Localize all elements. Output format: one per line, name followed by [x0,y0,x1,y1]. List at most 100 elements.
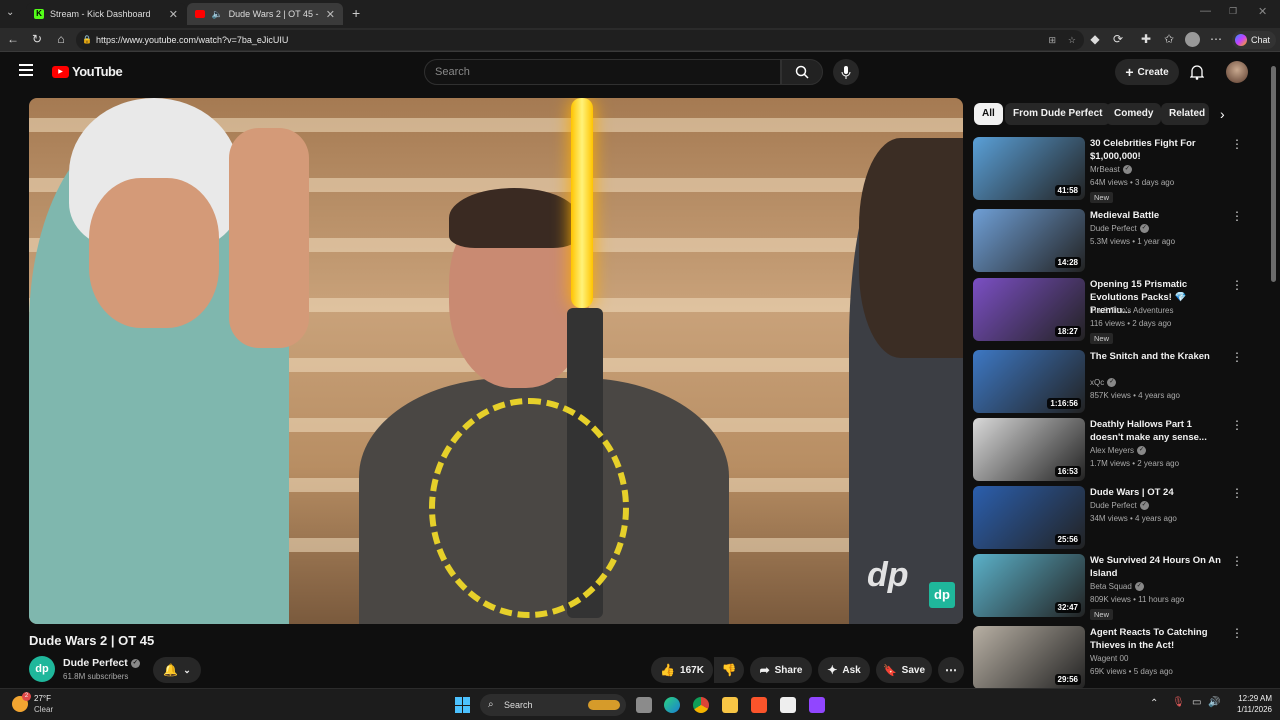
copilot-chat-button[interactable]: Chat [1232,31,1276,49]
recommendation-item[interactable]: 18:27 Opening 15 Prismatic Evolutions Pac… [973,278,1263,344]
tab-youtube-video[interactable]: 🔈 Dude Wars 2 | OT 45 - YouTube ✕ [187,3,343,25]
more-vertical-icon[interactable]: ⋮ [1231,137,1243,151]
account-avatar[interactable] [1226,61,1248,83]
recommendation-item[interactable]: 16:53 Deathly Hallows Part 1 doesn't make… [973,418,1263,482]
video-player[interactable]: dp dp [29,98,963,624]
more-vertical-icon[interactable]: ⋮ [1231,554,1243,568]
file-explorer-icon[interactable] [722,697,738,713]
refresh-extension-icon[interactable]: ⟳ [1110,32,1126,46]
more-vertical-icon[interactable]: ⋮ [1231,278,1243,292]
voice-search-button[interactable] [833,59,859,85]
close-icon[interactable]: ✕ [169,8,178,21]
edge-browser-icon[interactable] [664,697,680,713]
more-menu-icon[interactable]: ⋯ [1208,32,1224,46]
recommendation-item[interactable]: 14:28 Medieval Battle Dude Perfect ✓ 5.3M vi… [973,209,1263,273]
youtube-logo[interactable]: ▶ YouTube [52,64,123,79]
ask-button[interactable]: ✦ Ask [818,657,870,683]
recommendation-channel[interactable]: Tia & Tino's Adventures [1090,306,1174,315]
video-thumbnail[interactable]: 29:56 [973,626,1085,689]
recommendation-channel[interactable]: MrBeast ✓ [1090,165,1132,175]
taskbar-date[interactable]: 1/11/2026 [1222,705,1272,714]
dislike-button[interactable]: 👎 [714,657,744,683]
tab-list-chevron-icon[interactable]: ⌄ [6,7,14,18]
favorites-icon[interactable]: ✩ [1161,32,1177,46]
save-button[interactable]: 🔖 Save [876,657,932,683]
taskbar-time[interactable]: 12:29 AM [1228,694,1272,703]
video-thumbnail[interactable]: 25:56 [973,486,1085,549]
new-tab-plus-icon[interactable]: + [352,5,360,21]
windows-start-icon[interactable] [455,697,471,713]
recommendation-item[interactable]: 41:58 30 Celebrities Fight For $1,000,000… [973,137,1263,203]
hamburger-menu-icon[interactable] [19,64,33,76]
recommendation-channel[interactable]: Dude Perfect ✓ [1090,501,1149,511]
network-icon[interactable]: ▭ [1192,697,1201,708]
profile-avatar[interactable] [1185,32,1200,47]
recommendation-item[interactable]: 29:56 Agent Reacts To Catching Thieves in… [973,626,1263,690]
search-button[interactable] [781,59,823,85]
address-bar[interactable]: 🔒 https://www.youtube.com/watch?v=7ba_eJ… [76,30,1084,50]
recommendation-item[interactable]: 1:16:56 The Snitch and the Kraken xQc ✓ 857K… [973,350,1263,414]
recommendation-item[interactable]: 25:56 Dude Wars | OT 24 Dude Perfect ✓ 34M v… [973,486,1263,550]
chip-from-dude-perfect[interactable]: From Dude Perfect [1005,103,1111,125]
video-thumbnail[interactable]: 18:27 [973,278,1085,341]
recommendation-channel[interactable]: Dude Perfect ✓ [1090,224,1149,234]
recommendation-title[interactable]: Agent Reacts To Catching Thieves in the … [1090,626,1222,652]
volume-icon[interactable]: 🔊 [1208,697,1220,708]
twitch-app-icon[interactable] [809,697,825,713]
brave-browser-icon[interactable] [751,697,767,713]
extensions-puzzle-icon[interactable]: ✚ [1138,32,1154,46]
more-vertical-icon[interactable]: ⋮ [1231,418,1243,432]
recommendation-title[interactable]: 30 Celebrities Fight For $1,000,000! [1090,137,1222,163]
more-vertical-icon[interactable]: ⋮ [1231,209,1243,223]
channel-avatar[interactable]: dp [29,656,55,682]
page-scrollbar[interactable] [1268,52,1280,688]
more-vertical-icon[interactable]: ⋮ [1231,350,1243,364]
recommendation-item[interactable]: 32:47 We Survived 24 Hours On An Island Be… [973,554,1263,620]
speaker-icon[interactable]: 🔈 [211,9,222,20]
video-thumbnail[interactable]: 14:28 [973,209,1085,272]
recommendation-channel[interactable]: Alex Meyers ✓ [1090,446,1147,456]
task-view-icon[interactable] [636,697,652,713]
chrome-icon[interactable] [693,697,709,713]
more-vertical-icon[interactable]: ⋮ [1231,486,1243,500]
close-window-icon[interactable]: ✕ [1258,5,1267,18]
recommendation-channel[interactable]: xQc ✓ [1090,378,1117,388]
tab-kick-dashboard[interactable]: K Stream - Kick Dashboard ✕ [26,3,186,25]
more-actions-button[interactable]: ⋯ [938,657,964,683]
search-input[interactable]: Search [424,59,781,85]
recommendation-title[interactable]: The Snitch and the Kraken [1090,350,1222,363]
video-thumbnail[interactable]: 32:47 [973,554,1085,617]
refresh-icon[interactable]: ↻ [29,32,45,46]
chip-related[interactable]: Related [1161,103,1209,125]
notifications-bell-icon[interactable] [1189,64,1205,85]
share-button[interactable]: ➦ Share [750,657,812,683]
extension-icon[interactable]: ◆ [1087,32,1103,46]
recommendation-title[interactable]: Medieval Battle [1090,209,1222,222]
home-icon[interactable]: ⌂ [53,32,69,46]
video-thumbnail[interactable]: 16:53 [973,418,1085,481]
chevron-right-icon[interactable]: › [1220,106,1225,122]
show-hidden-icons-chevron[interactable]: ⌃ [1150,698,1158,709]
weather-widget[interactable]: 2 27°F Clear [12,692,72,716]
like-button[interactable]: 👍 167K [651,657,713,683]
video-thumbnail[interactable]: 41:58 [973,137,1085,200]
recommendation-title[interactable]: Deathly Hallows Part 1 doesn't make any … [1090,418,1222,444]
create-button[interactable]: + Create [1115,59,1179,85]
recommendation-title[interactable]: We Survived 24 Hours On An Island [1090,554,1222,580]
channel-name[interactable]: Dude Perfect ✓ [63,657,140,669]
subscribed-notification-button[interactable]: 🔔 ⌄ [153,657,201,683]
recommendation-channel[interactable]: Beta Squad ✓ [1090,582,1144,592]
dude-perfect-logo-badge[interactable]: dp [929,582,955,608]
microphone-tray-icon[interactable]: 🎙 [1172,697,1185,708]
minimize-icon[interactable]: — [1200,5,1211,17]
taskbar-search[interactable]: ⌕ Search [480,694,626,716]
split-screen-icon[interactable]: ⊞ [1048,30,1056,50]
close-icon[interactable]: ✕ [326,8,335,21]
video-thumbnail[interactable]: 1:16:56 [973,350,1085,413]
more-vertical-icon[interactable]: ⋮ [1231,626,1243,640]
notepad-icon[interactable] [780,697,796,713]
recommendation-title[interactable]: Dude Wars | OT 24 [1090,486,1222,499]
chip-comedy[interactable]: Comedy [1106,103,1162,125]
back-arrow-icon[interactable]: ← [5,32,21,46]
recommendation-channel[interactable]: Wagent 00 [1090,654,1128,663]
